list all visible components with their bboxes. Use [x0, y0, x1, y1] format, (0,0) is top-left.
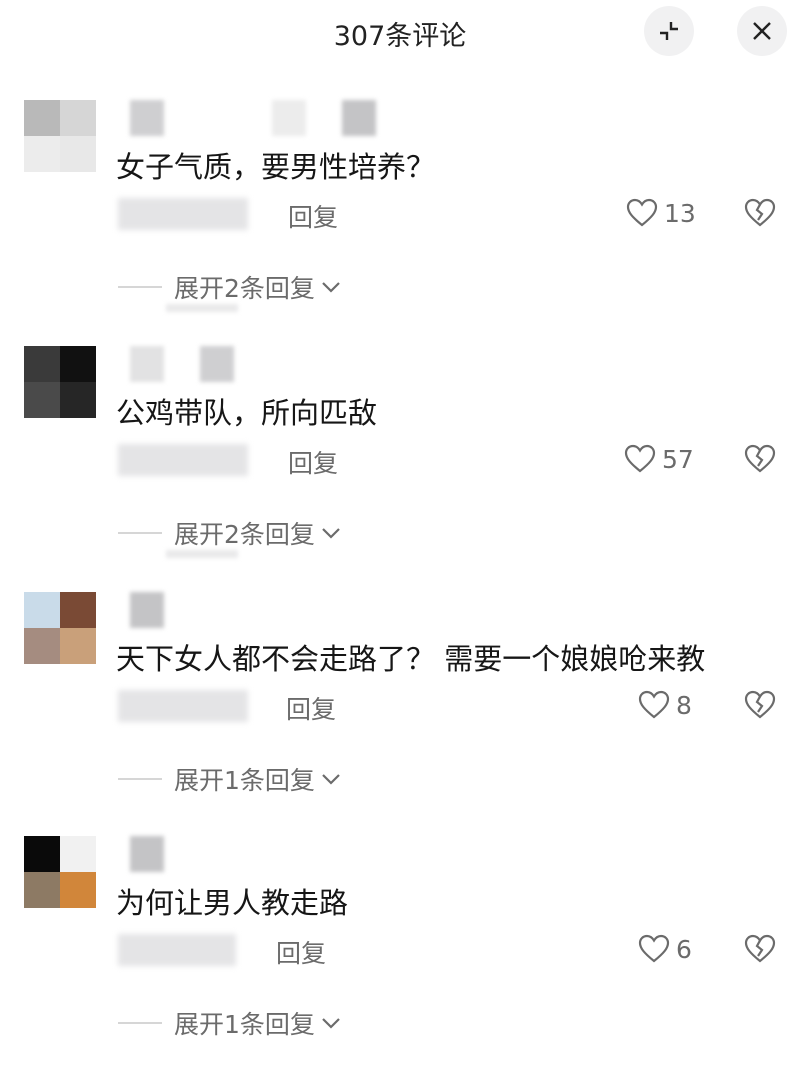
avatar-pixel	[24, 382, 60, 418]
username-redacted	[342, 100, 376, 136]
like-count: 6	[676, 934, 692, 964]
reply-button[interactable]: 回复	[288, 198, 338, 234]
chevron-down-icon	[321, 526, 341, 540]
broken-heart-icon	[744, 444, 776, 473]
close-button[interactable]	[737, 6, 787, 56]
like-count: 57	[662, 444, 694, 474]
timestamp-redacted	[118, 198, 248, 230]
expand-replies-button[interactable]: 展开1条回复	[118, 1006, 341, 1040]
username-redacted[interactable]	[130, 592, 164, 628]
comment-text: 为何让男人教走路	[116, 886, 349, 920]
chevron-down-icon	[321, 1016, 341, 1030]
heart-icon	[626, 198, 658, 227]
avatar-pixel	[24, 872, 60, 908]
avatar[interactable]	[24, 592, 96, 664]
timestamp-redacted	[118, 690, 248, 722]
heart-icon	[638, 690, 670, 719]
expand-replies-label: 展开1条回复	[174, 1010, 315, 1039]
expand-replies-button[interactable]: 展开1条回复	[118, 762, 341, 796]
avatar-pixel	[24, 100, 60, 136]
timestamp-redacted	[118, 934, 236, 966]
dislike-button[interactable]	[742, 688, 778, 722]
comment-item: 为何让男人教走路 回复 6 展开1条回复	[0, 836, 800, 1052]
redacted-mark	[166, 550, 238, 558]
chevron-down-icon	[321, 772, 341, 786]
broken-heart-icon	[744, 690, 776, 719]
like-button[interactable]: 13	[626, 196, 696, 230]
reply-button[interactable]: 回复	[288, 444, 338, 480]
avatar-pixel	[60, 346, 96, 382]
heart-icon	[638, 934, 670, 963]
username-redacted	[272, 100, 306, 136]
close-icon	[753, 22, 771, 40]
divider	[118, 532, 162, 534]
dislike-button[interactable]	[742, 196, 778, 230]
redacted-mark	[166, 304, 238, 312]
chevron-down-icon	[321, 280, 341, 294]
avatar-pixel	[24, 628, 60, 664]
comment-item: 女子气质，要男性培养？ 回复 13 展开2条回复	[0, 100, 800, 316]
avatar-pixel	[24, 346, 60, 382]
avatar-pixel	[24, 136, 60, 172]
expand-replies-label: 展开2条回复	[174, 520, 315, 549]
avatar-pixel	[60, 628, 96, 664]
avatar-pixel	[60, 836, 96, 872]
like-button[interactable]: 8	[638, 688, 692, 722]
username-redacted[interactable]	[130, 100, 164, 136]
collapse-button[interactable]	[644, 6, 694, 56]
broken-heart-icon	[744, 934, 776, 963]
avatar-pixel	[24, 592, 60, 628]
comment-text: 公鸡带队，所向匹敌	[116, 396, 378, 430]
avatar-pixel	[60, 592, 96, 628]
like-button[interactable]: 57	[624, 442, 694, 476]
broken-heart-icon	[744, 198, 776, 227]
username-redacted[interactable]	[130, 346, 164, 382]
expand-replies-button[interactable]: 展开2条回复	[118, 516, 341, 550]
like-count: 13	[664, 198, 696, 228]
divider	[118, 778, 162, 780]
dislike-button[interactable]	[742, 442, 778, 476]
heart-icon	[624, 444, 656, 473]
comment-item: 公鸡带队，所向匹敌 回复 57 展开2条回复	[0, 346, 800, 562]
timestamp-redacted	[118, 444, 248, 476]
divider	[118, 1022, 162, 1024]
comment-item: 天下女人都不会走路了？ 需要一个娘娘呛来教 回复 8 展开1条回复	[0, 592, 800, 808]
divider	[118, 286, 162, 288]
avatar-pixel	[60, 136, 96, 172]
avatar-pixel	[60, 872, 96, 908]
avatar[interactable]	[24, 346, 96, 418]
comment-text: 天下女人都不会走路了？ 需要一个娘娘呛来教	[116, 642, 706, 676]
expand-replies-label: 展开1条回复	[174, 766, 315, 795]
avatar[interactable]	[24, 836, 96, 908]
avatar[interactable]	[24, 100, 96, 172]
avatar-pixel	[60, 382, 96, 418]
expand-replies-button[interactable]: 展开2条回复	[118, 270, 341, 304]
comment-text: 女子气质，要男性培养？	[116, 150, 436, 184]
reply-button[interactable]: 回复	[286, 690, 336, 726]
like-count: 8	[676, 690, 692, 720]
reply-button[interactable]: 回复	[276, 934, 326, 970]
expand-replies-label: 展开2条回复	[174, 274, 315, 303]
collapse-icon	[660, 22, 678, 40]
avatar-pixel	[60, 100, 96, 136]
username-redacted	[200, 346, 234, 382]
username-redacted[interactable]	[130, 836, 164, 872]
comments-header: 307条评论	[0, 0, 800, 64]
avatar-pixel	[24, 836, 60, 872]
dislike-button[interactable]	[742, 932, 778, 966]
like-button[interactable]: 6	[638, 932, 692, 966]
